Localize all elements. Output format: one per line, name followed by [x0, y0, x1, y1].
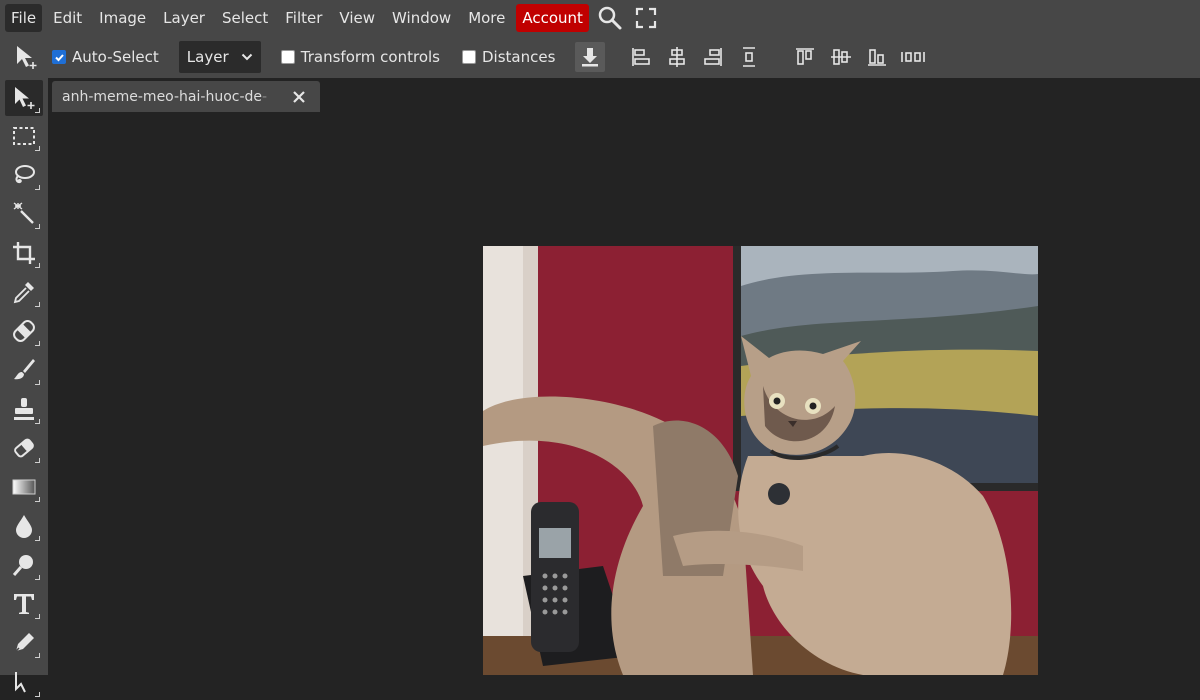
path-select-icon[interactable]: [5, 664, 43, 700]
document-tab-name: anh-meme-meo-hai-huoc-de: [62, 88, 263, 105]
distances-checkbox[interactable]: [462, 50, 476, 64]
document-tab-overflow: -: [262, 88, 268, 105]
menu-layer[interactable]: Layer: [157, 4, 211, 32]
dodge-icon[interactable]: [5, 547, 43, 583]
distribute-vertical-icon[interactable]: [735, 43, 763, 71]
clone-stamp-icon[interactable]: [5, 391, 43, 427]
magic-wand-icon[interactable]: [5, 196, 43, 232]
close-icon[interactable]: [290, 88, 308, 106]
brush-icon[interactable]: [5, 352, 43, 388]
pen-tool-icon[interactable]: [5, 625, 43, 661]
distances-label: Distances: [482, 48, 556, 66]
transform-controls-checkbox[interactable]: [280, 50, 295, 64]
menu-bar: File Edit Image Layer Select Filter View…: [0, 0, 1200, 36]
chevron-down-icon: [241, 48, 253, 66]
menu-more[interactable]: More: [462, 4, 511, 32]
align-vertical-center-icon[interactable]: [827, 43, 855, 71]
menu-image[interactable]: Image: [93, 4, 152, 32]
auto-select-target-dropdown[interactable]: Layer: [178, 41, 261, 73]
align-left-icon[interactable]: [627, 43, 655, 71]
align-horizontal-center-icon[interactable]: [663, 43, 691, 71]
align-bottom-icon[interactable]: [863, 43, 891, 71]
align-top-icon[interactable]: [791, 43, 819, 71]
gradient-icon[interactable]: [5, 469, 43, 505]
tools-panel: [0, 78, 48, 697]
distribute-horizontal-icon[interactable]: [899, 43, 927, 71]
align-right-icon[interactable]: [699, 43, 727, 71]
download-icon[interactable]: [575, 42, 606, 72]
lasso-tool-icon[interactable]: [5, 157, 43, 193]
fullscreen-icon[interactable]: [631, 3, 661, 33]
eyedropper-icon[interactable]: [5, 274, 43, 310]
canvas-photo: [483, 246, 1038, 675]
menu-filter[interactable]: Filter: [279, 4, 328, 32]
auto-select-option[interactable]: Auto-Select: [52, 48, 159, 66]
transform-controls-option[interactable]: Transform controls: [280, 48, 440, 66]
distances-option[interactable]: Distances: [462, 48, 555, 66]
transform-controls-label: Transform controls: [300, 48, 440, 66]
type-tool-icon[interactable]: [5, 586, 43, 622]
account-button[interactable]: Account: [516, 4, 589, 32]
move-tool-indicator-icon: [0, 43, 52, 71]
search-icon[interactable]: [595, 3, 625, 33]
menu-file[interactable]: File: [5, 4, 43, 32]
marquee-tool-icon[interactable]: [5, 118, 43, 154]
auto-select-target-value: Layer: [186, 48, 229, 66]
auto-select-label: Auto-Select: [72, 48, 159, 66]
document-tab-title: anh-meme-meo-hai-huoc-de-: [62, 89, 290, 105]
eraser-icon[interactable]: [5, 430, 43, 466]
document-tab[interactable]: anh-meme-meo-hai-huoc-de-: [52, 81, 320, 112]
blur-icon[interactable]: [5, 508, 43, 544]
healing-brush-icon[interactable]: [5, 313, 43, 349]
auto-select-checkbox[interactable]: [52, 50, 66, 64]
menu-view[interactable]: View: [333, 4, 381, 32]
options-bar: Auto-Select Layer Transform controls Dis…: [0, 36, 1200, 78]
menu-edit[interactable]: Edit: [47, 4, 88, 32]
crop-tool-icon[interactable]: [5, 235, 43, 271]
move-tool-icon[interactable]: [5, 80, 43, 116]
menu-select[interactable]: Select: [216, 4, 274, 32]
document-canvas[interactable]: [483, 246, 1038, 675]
menu-window[interactable]: Window: [386, 4, 457, 32]
